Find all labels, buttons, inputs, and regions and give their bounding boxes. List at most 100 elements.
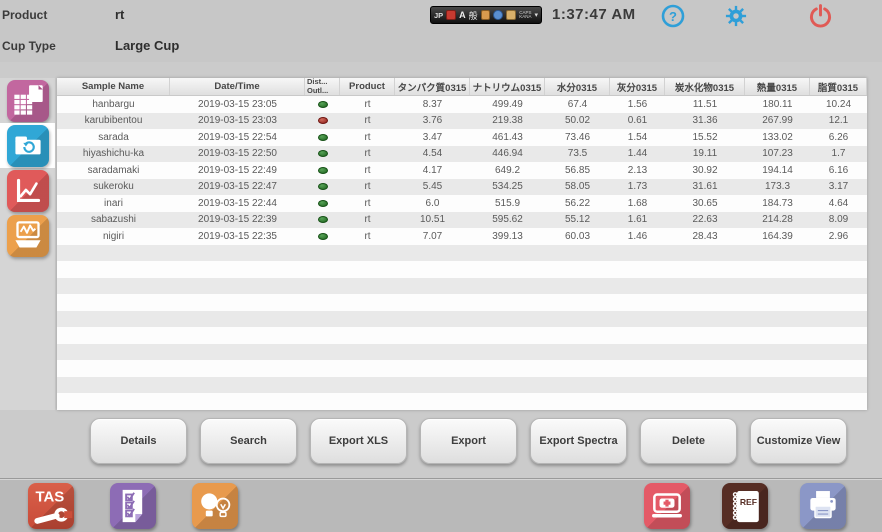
value-cell: 267.99 [745, 113, 810, 130]
ime-language-bar[interactable]: JP A 般 CAPS KANA ▾ [430, 6, 542, 24]
table-row[interactable]: sukeroku2019-03-15 22:47rt5.45534.2558.0… [57, 179, 867, 196]
sample-name-cell: sarada [57, 129, 170, 146]
value-cell: 31.61 [665, 179, 745, 196]
value-cell: 30.92 [665, 162, 745, 179]
cup-type-label: Cup Type [2, 39, 56, 53]
value-cell: 1.56 [610, 96, 665, 113]
customize-view-button[interactable]: Customize View [750, 418, 847, 464]
export-button[interactable]: Export [420, 418, 517, 464]
column-header[interactable]: Product [340, 78, 395, 95]
value-cell: 649.2 [470, 162, 545, 179]
sample-name-cell: hanbargu [57, 96, 170, 113]
sidebar-item-chart[interactable] [0, 168, 55, 213]
value-cell: 22.63 [665, 212, 745, 229]
sidebar-item-spectrum[interactable] [0, 213, 55, 258]
value-cell: 461.43 [470, 129, 545, 146]
status-cell [305, 228, 340, 245]
status-dot-green [318, 134, 328, 141]
export-spectra-button[interactable]: Export Spectra [530, 418, 627, 464]
ime-menu-arrow-icon[interactable]: ▾ [534, 11, 538, 19]
value-cell: 3.76 [395, 113, 470, 130]
value-cell: 8.37 [395, 96, 470, 113]
sample-name-cell: inari [57, 195, 170, 212]
checklist-button[interactable] [110, 483, 156, 529]
value-cell: 184.73 [745, 195, 810, 212]
power-button[interactable] [808, 3, 833, 34]
ime-props-icon[interactable] [493, 10, 503, 20]
value-cell: 11.51 [665, 96, 745, 113]
value-cell: 499.49 [470, 96, 545, 113]
value-cell: 1.73 [610, 179, 665, 196]
value-cell: 133.02 [745, 129, 810, 146]
value-cell: 1.61 [610, 212, 665, 229]
svg-text:?: ? [669, 9, 677, 24]
top-bar: Product rt Cup Type Large Cup JP A 般 CAP… [0, 0, 882, 62]
ime-icon[interactable] [446, 10, 456, 20]
column-header[interactable]: Dist... Outl... [305, 78, 340, 95]
ime-caps-kana[interactable]: CAPS KANA [519, 11, 531, 20]
empty-row [57, 261, 867, 278]
sample-name-cell: karubibentou [57, 113, 170, 130]
column-header[interactable]: 脂質0315 [810, 78, 867, 95]
reference-button[interactable]: REF [722, 483, 768, 529]
sample-name-cell: saradamaki [57, 162, 170, 179]
table-row[interactable]: hiyashichu-ka2019-03-15 22:50rt4.54446.9… [57, 146, 867, 163]
ime-input-mode-a[interactable]: A [459, 10, 466, 20]
table-row[interactable]: nigiri2019-03-15 22:35rt7.07399.1360.031… [57, 228, 867, 245]
sidebar-item-samples[interactable] [0, 78, 55, 123]
diagnostics-button[interactable] [644, 483, 690, 529]
column-header[interactable]: 水分0315 [545, 78, 610, 95]
delete-button[interactable]: Delete [640, 418, 737, 464]
print-button[interactable] [800, 483, 846, 529]
status-dot-green [318, 101, 328, 108]
column-header[interactable]: タンパク質0315 [395, 78, 470, 95]
status-cell [305, 113, 340, 130]
lamp-button[interactable] [192, 483, 238, 529]
tas-settings-button[interactable]: TAS [28, 483, 74, 529]
ime-pad-icon[interactable] [506, 10, 516, 20]
monitor-plus-icon [644, 483, 690, 529]
column-header[interactable]: 熱量0315 [745, 78, 810, 95]
results-table: Sample NameDate/TimeDist... Outl...Produ… [57, 78, 867, 410]
search-button[interactable]: Search [200, 418, 297, 464]
column-header[interactable]: Sample Name [57, 78, 170, 95]
details-button[interactable]: Details [90, 418, 187, 464]
status-cell [305, 195, 340, 212]
value-cell: 6.26 [810, 129, 867, 146]
ime-lang-label[interactable]: JP [434, 11, 443, 20]
table-row[interactable]: sabazushi2019-03-15 22:39rt10.51595.6255… [57, 212, 867, 229]
column-header[interactable]: 灰分0315 [610, 78, 665, 95]
sidebar-item-history[interactable] [0, 123, 55, 168]
table-row[interactable]: inari2019-03-15 22:44rt6.0515.956.221.68… [57, 195, 867, 212]
ime-tools-icon[interactable] [481, 10, 491, 20]
column-header[interactable]: Date/Time [170, 78, 305, 95]
value-cell: 19.11 [665, 146, 745, 163]
sample-name-cell: hiyashichu-ka [57, 146, 170, 163]
value-cell: 3.17 [810, 179, 867, 196]
help-button[interactable]: ? [661, 4, 685, 33]
product-cell: rt [340, 96, 395, 113]
value-cell: 6.16 [810, 162, 867, 179]
value-cell: 60.03 [545, 228, 610, 245]
table-row[interactable]: saradamaki2019-03-15 22:49rt4.17649.256.… [57, 162, 867, 179]
table-row[interactable]: sarada2019-03-15 22:54rt3.47461.4373.461… [57, 129, 867, 146]
value-cell: 534.25 [470, 179, 545, 196]
value-cell: 7.07 [395, 228, 470, 245]
settings-button[interactable] [725, 5, 747, 32]
column-header[interactable]: ナトリウム0315 [470, 78, 545, 95]
value-cell: 1.68 [610, 195, 665, 212]
value-cell: 58.05 [545, 179, 610, 196]
column-header[interactable]: 炭水化物0315 [665, 78, 745, 95]
checklist-icon [110, 483, 156, 529]
table-header-row: Sample NameDate/TimeDist... Outl...Produ… [57, 78, 867, 96]
product-cell: rt [340, 113, 395, 130]
table-row[interactable]: karubibentou2019-03-15 23:03rt3.76219.38… [57, 113, 867, 130]
export-xls-button[interactable]: Export XLS [310, 418, 407, 464]
ime-conversion-mode[interactable]: 般 [469, 9, 478, 22]
status-cell [305, 162, 340, 179]
value-cell: 180.11 [745, 96, 810, 113]
table-row[interactable]: hanbargu2019-03-15 23:05rt8.37499.4967.4… [57, 96, 867, 113]
value-cell: 1.54 [610, 129, 665, 146]
value-cell: 2.96 [810, 228, 867, 245]
status-dot-red [318, 117, 328, 124]
